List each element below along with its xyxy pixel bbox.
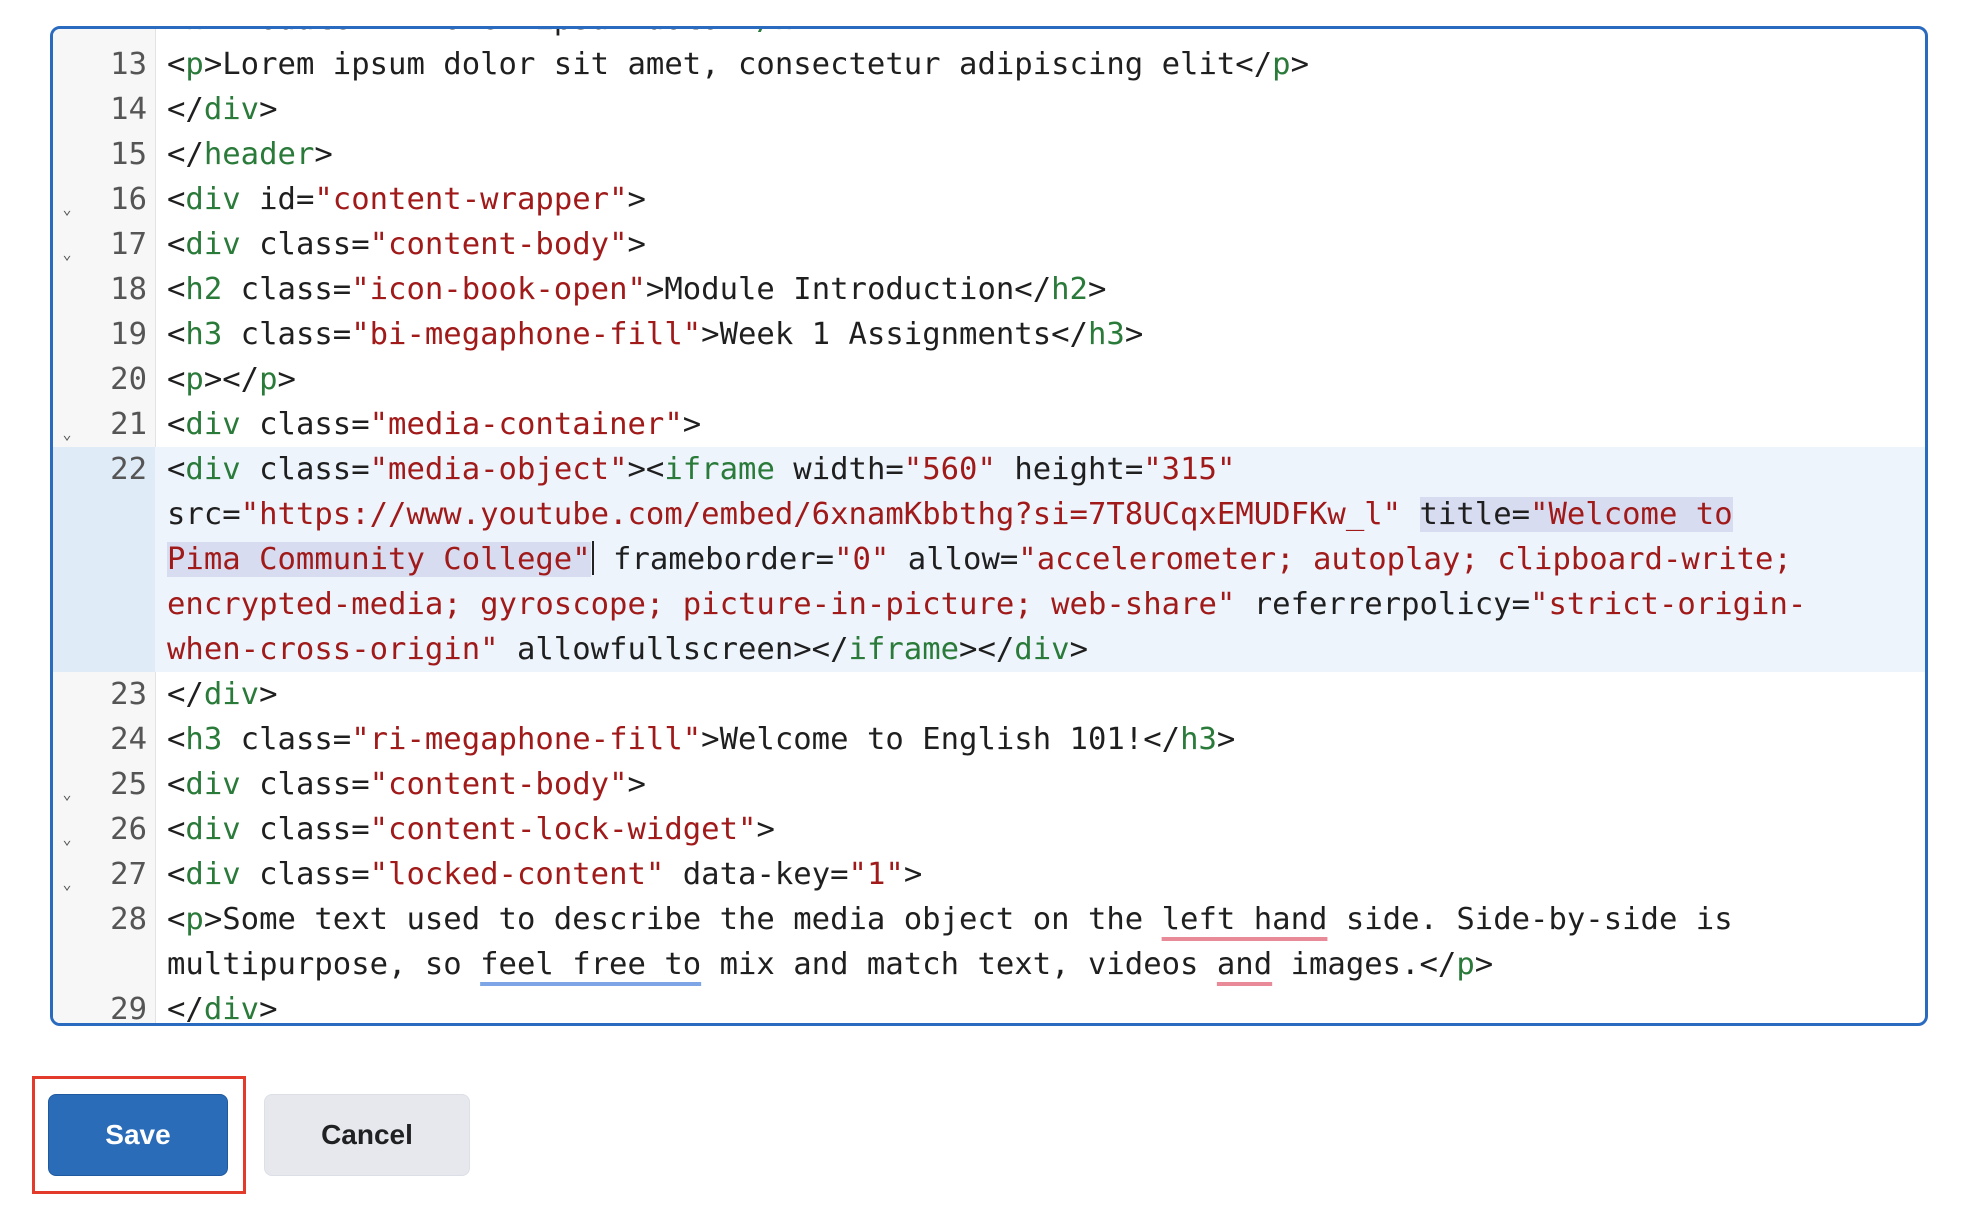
line-code[interactable]: <p></p> — [167, 357, 1919, 402]
line-number: 19 — [110, 317, 147, 352]
cancel-button[interactable]: Cancel — [264, 1094, 470, 1176]
line-code[interactable]: <h3 class="bi-megaphone-fill">Week 1 Ass… — [167, 312, 1919, 357]
code-line[interactable]: 18 <h2 class="icon-book-open">Module Int… — [53, 267, 1925, 312]
line-number: 17 — [110, 227, 147, 262]
code-line[interactable]: 28 <p>Some text used to describe the med… — [53, 897, 1925, 987]
line-code[interactable]: </div> — [167, 672, 1919, 717]
line-code[interactable]: <p>Some text used to describe the media … — [167, 897, 1919, 987]
line-code[interactable]: </div> — [167, 987, 1919, 1023]
code-lines[interactable]: 12 <h1>Module 1: Lorem ipsum dolor</h1> … — [53, 29, 1925, 1026]
line-number: 24 — [110, 722, 147, 757]
line-number: 13 — [110, 47, 147, 82]
save-button[interactable]: Save — [48, 1094, 228, 1176]
code-line[interactable]: 24 <h3 class="ri-megaphone-fill">Welcome… — [53, 717, 1925, 762]
code-line[interactable]: 20 <p></p> — [53, 357, 1925, 402]
line-code[interactable]: <h3 class="ri-megaphone-fill">Welcome to… — [167, 717, 1919, 762]
code-line[interactable]: 23 </div> — [53, 672, 1925, 717]
code-line[interactable]: 19 <h3 class="bi-megaphone-fill">Week 1 … — [53, 312, 1925, 357]
line-code[interactable]: <div class="content-lock-widget"> — [167, 807, 1919, 852]
code-line-active[interactable]: 22 <div class="media-object"><iframe wid… — [53, 447, 1925, 672]
line-number: 27 — [110, 857, 147, 892]
code-editor[interactable]: 12 <h1>Module 1: Lorem ipsum dolor</h1> … — [50, 26, 1928, 1026]
line-code[interactable]: <div class="media-object"><iframe width=… — [167, 447, 1919, 672]
line-number: 21 — [110, 407, 147, 442]
text-caret — [591, 541, 594, 575]
code-line[interactable]: ⌄ 25 <div class="content-body"> — [53, 762, 1925, 807]
code-line[interactable]: 12 <h1>Module 1: Lorem ipsum dolor</h1> — [53, 29, 1925, 42]
line-number: 29 — [110, 992, 147, 1026]
line-number: 22 — [53, 447, 155, 672]
code-line[interactable]: 29 </div> — [53, 987, 1925, 1026]
code-line[interactable]: 13 <p>Lorem ipsum dolor sit amet, consec… — [53, 42, 1925, 87]
line-code[interactable]: <div class="content-body"> — [167, 222, 1919, 267]
line-number: 14 — [110, 92, 147, 127]
line-number: 12 — [53, 29, 155, 42]
code-line[interactable]: ⌄ 27 <div class="locked-content" data-ke… — [53, 852, 1925, 897]
line-code[interactable]: <h1>Module 1: Lorem ipsum dolor</h1> — [167, 29, 1919, 42]
code-line[interactable]: ⌄ 16 <div id="content-wrapper"> — [53, 177, 1925, 222]
code-line[interactable]: ⌄ 17 <div class="content-body"> — [53, 222, 1925, 267]
line-number: 28 — [110, 902, 147, 937]
line-number: 20 — [110, 362, 147, 397]
line-number: 18 — [110, 272, 147, 307]
line-number: 16 — [110, 182, 147, 217]
code-line[interactable]: 15 </header> — [53, 132, 1925, 177]
line-code[interactable]: <div id="content-wrapper"> — [167, 177, 1919, 222]
line-number: 25 — [110, 767, 147, 802]
line-code[interactable]: </header> — [167, 132, 1919, 177]
code-line[interactable]: 14 </div> — [53, 87, 1925, 132]
code-line[interactable]: ⌄ 21 <div class="media-container"> — [53, 402, 1925, 447]
line-code[interactable]: </div> — [167, 87, 1919, 132]
line-code[interactable]: <div class="media-container"> — [167, 402, 1919, 447]
line-code[interactable]: <div class="locked-content" data-key="1"… — [167, 852, 1919, 897]
line-code[interactable]: <h2 class="icon-book-open">Module Introd… — [167, 267, 1919, 312]
line-number: 15 — [110, 137, 147, 172]
line-code[interactable]: <div class="content-body"> — [167, 762, 1919, 807]
line-number: 23 — [110, 677, 147, 712]
code-line[interactable]: ⌄ 26 <div class="content-lock-widget"> — [53, 807, 1925, 852]
line-number: 26 — [110, 812, 147, 847]
line-code[interactable]: <p>Lorem ipsum dolor sit amet, consectet… — [167, 42, 1919, 87]
